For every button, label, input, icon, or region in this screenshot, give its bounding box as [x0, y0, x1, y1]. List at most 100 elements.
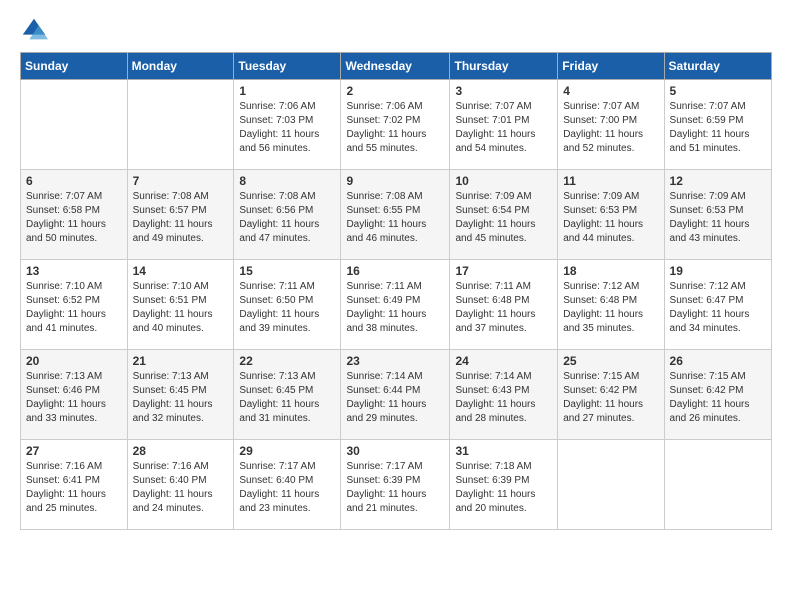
cell-content: Sunrise: 7:13 AMSunset: 6:45 PMDaylight:…: [133, 370, 229, 426]
cell-content: Sunrise: 7:12 AMSunset: 6:48 PMDaylight:…: [563, 280, 658, 336]
header-wednesday: Wednesday: [341, 53, 450, 80]
calendar-cell: 29Sunrise: 7:17 AMSunset: 6:40 PMDayligh…: [234, 440, 341, 530]
calendar-cell: [558, 440, 664, 530]
cell-content: Sunrise: 7:13 AMSunset: 6:46 PMDaylight:…: [26, 370, 122, 426]
calendar-cell: [664, 440, 771, 530]
cell-content: Sunrise: 7:12 AMSunset: 6:47 PMDaylight:…: [670, 280, 766, 336]
day-number: 4: [563, 84, 658, 98]
calendar-cell: 22Sunrise: 7:13 AMSunset: 6:45 PMDayligh…: [234, 350, 341, 440]
calendar-cell: 6Sunrise: 7:07 AMSunset: 6:58 PMDaylight…: [21, 170, 128, 260]
cell-content: Sunrise: 7:11 AMSunset: 6:49 PMDaylight:…: [346, 280, 444, 336]
calendar-cell: 9Sunrise: 7:08 AMSunset: 6:55 PMDaylight…: [341, 170, 450, 260]
header-friday: Friday: [558, 53, 664, 80]
day-number: 15: [239, 264, 335, 278]
cell-content: Sunrise: 7:13 AMSunset: 6:45 PMDaylight:…: [239, 370, 335, 426]
cell-content: Sunrise: 7:07 AMSunset: 6:59 PMDaylight:…: [670, 100, 766, 156]
day-number: 11: [563, 174, 658, 188]
cell-content: Sunrise: 7:15 AMSunset: 6:42 PMDaylight:…: [563, 370, 658, 426]
day-number: 20: [26, 354, 122, 368]
calendar-table: SundayMondayTuesdayWednesdayThursdayFrid…: [20, 52, 772, 530]
day-number: 6: [26, 174, 122, 188]
calendar-cell: 1 Sunrise: 7:06 AMSunset: 7:03 PMDaylight…: [234, 80, 341, 170]
day-number: 14: [133, 264, 229, 278]
header-monday: Monday: [127, 53, 234, 80]
cell-content: Sunrise: 7:11 AMSunset: 6:48 PMDaylight:…: [455, 280, 552, 336]
day-number: 31: [455, 444, 552, 458]
cell-content: Sunrise: 7:10 AMSunset: 6:51 PMDaylight:…: [133, 280, 229, 336]
day-number: 24: [455, 354, 552, 368]
calendar-cell: 19 Sunrise: 7:12 AMSunset: 6:47 PMDayligh…: [664, 260, 771, 350]
calendar-cell: 20 Sunrise: 7:13 AMSunset: 6:46 PMDayligh…: [21, 350, 128, 440]
day-number: 9: [346, 174, 444, 188]
cell-content: Sunrise: 7:07 AMSunset: 7:00 PMDaylight:…: [563, 100, 658, 156]
cell-content: Sunrise: 7:16 AMSunset: 6:41 PMDaylight:…: [26, 460, 122, 516]
day-number: 19: [670, 264, 766, 278]
calendar-cell: 15 Sunrise: 7:11 AMSunset: 6:50 PMDayligh…: [234, 260, 341, 350]
day-number: 1: [239, 84, 335, 98]
calendar-cell: 10 Sunrise: 7:09 AMSunset: 6:54 PMDayligh…: [450, 170, 558, 260]
cell-content: Sunrise: 7:10 AMSunset: 6:52 PMDaylight:…: [26, 280, 122, 336]
day-number: 28: [133, 444, 229, 458]
page-header: [20, 16, 772, 44]
cell-content: Sunrise: 7:06 AMSunset: 7:02 PMDaylight:…: [346, 100, 444, 156]
cell-content: Sunrise: 7:07 AMSunset: 7:01 PMDaylight:…: [455, 100, 552, 156]
calendar-week-2: 13 Sunrise: 7:10 AMSunset: 6:52 PMDayligh…: [21, 260, 772, 350]
day-number: 10: [455, 174, 552, 188]
calendar-week-1: 6Sunrise: 7:07 AMSunset: 6:58 PMDaylight…: [21, 170, 772, 260]
day-number: 30: [346, 444, 444, 458]
day-number: 17: [455, 264, 552, 278]
logo-icon: [20, 16, 48, 44]
calendar-cell: 11Sunrise: 7:09 AMSunset: 6:53 PMDayligh…: [558, 170, 664, 260]
day-number: 27: [26, 444, 122, 458]
day-number: 2: [346, 84, 444, 98]
day-number: 21: [133, 354, 229, 368]
cell-content: Sunrise: 7:15 AMSunset: 6:42 PMDaylight:…: [670, 370, 766, 426]
calendar-cell: 26 Sunrise: 7:15 AMSunset: 6:42 PMDayligh…: [664, 350, 771, 440]
header-tuesday: Tuesday: [234, 53, 341, 80]
calendar-header-row: SundayMondayTuesdayWednesdayThursdayFrid…: [21, 53, 772, 80]
calendar-cell: 4 Sunrise: 7:07 AMSunset: 7:00 PMDaylight…: [558, 80, 664, 170]
calendar-cell: 5 Sunrise: 7:07 AMSunset: 6:59 PMDaylight…: [664, 80, 771, 170]
day-number: 26: [670, 354, 766, 368]
calendar-cell: 13 Sunrise: 7:10 AMSunset: 6:52 PMDayligh…: [21, 260, 128, 350]
cell-content: Sunrise: 7:09 AMSunset: 6:54 PMDaylight:…: [455, 190, 552, 246]
cell-content: Sunrise: 7:16 AMSunset: 6:40 PMDaylight:…: [133, 460, 229, 516]
cell-content: Sunrise: 7:17 AMSunset: 6:39 PMDaylight:…: [346, 460, 444, 516]
cell-content: Sunrise: 7:06 AMSunset: 7:03 PMDaylight:…: [239, 100, 335, 156]
calendar-cell: 8Sunrise: 7:08 AMSunset: 6:56 PMDaylight…: [234, 170, 341, 260]
day-number: 13: [26, 264, 122, 278]
day-number: 25: [563, 354, 658, 368]
header-thursday: Thursday: [450, 53, 558, 80]
calendar-cell: [127, 80, 234, 170]
day-number: 23: [346, 354, 444, 368]
calendar-cell: 12 Sunrise: 7:09 AMSunset: 6:53 PMDayligh…: [664, 170, 771, 260]
day-number: 16: [346, 264, 444, 278]
calendar-cell: 30 Sunrise: 7:17 AMSunset: 6:39 PMDayligh…: [341, 440, 450, 530]
cell-content: Sunrise: 7:08 AMSunset: 6:56 PMDaylight:…: [239, 190, 335, 246]
calendar-cell: 28 Sunrise: 7:16 AMSunset: 6:40 PMDayligh…: [127, 440, 234, 530]
calendar-cell: 2 Sunrise: 7:06 AMSunset: 7:02 PMDaylight…: [341, 80, 450, 170]
calendar-cell: 18Sunrise: 7:12 AMSunset: 6:48 PMDayligh…: [558, 260, 664, 350]
calendar-cell: 25 Sunrise: 7:15 AMSunset: 6:42 PMDayligh…: [558, 350, 664, 440]
cell-content: Sunrise: 7:11 AMSunset: 6:50 PMDaylight:…: [239, 280, 335, 336]
calendar-cell: 14 Sunrise: 7:10 AMSunset: 6:51 PMDayligh…: [127, 260, 234, 350]
calendar-cell: 21 Sunrise: 7:13 AMSunset: 6:45 PMDayligh…: [127, 350, 234, 440]
calendar-cell: [21, 80, 128, 170]
cell-content: Sunrise: 7:09 AMSunset: 6:53 PMDaylight:…: [670, 190, 766, 246]
day-number: 5: [670, 84, 766, 98]
calendar-cell: 24 Sunrise: 7:14 AMSunset: 6:43 PMDayligh…: [450, 350, 558, 440]
cell-content: Sunrise: 7:14 AMSunset: 6:43 PMDaylight:…: [455, 370, 552, 426]
calendar-cell: 27 Sunrise: 7:16 AMSunset: 6:41 PMDayligh…: [21, 440, 128, 530]
day-number: 29: [239, 444, 335, 458]
calendar-cell: 31 Sunrise: 7:18 AMSunset: 6:39 PMDayligh…: [450, 440, 558, 530]
calendar-cell: 23 Sunrise: 7:14 AMSunset: 6:44 PMDayligh…: [341, 350, 450, 440]
cell-content: Sunrise: 7:08 AMSunset: 6:57 PMDaylight:…: [133, 190, 229, 246]
calendar-week-3: 20 Sunrise: 7:13 AMSunset: 6:46 PMDayligh…: [21, 350, 772, 440]
calendar-cell: 7Sunrise: 7:08 AMSunset: 6:57 PMDaylight…: [127, 170, 234, 260]
logo: [20, 16, 52, 44]
day-number: 12: [670, 174, 766, 188]
cell-content: Sunrise: 7:14 AMSunset: 6:44 PMDaylight:…: [346, 370, 444, 426]
day-number: 3: [455, 84, 552, 98]
calendar-week-4: 27 Sunrise: 7:16 AMSunset: 6:41 PMDayligh…: [21, 440, 772, 530]
cell-content: Sunrise: 7:18 AMSunset: 6:39 PMDaylight:…: [455, 460, 552, 516]
